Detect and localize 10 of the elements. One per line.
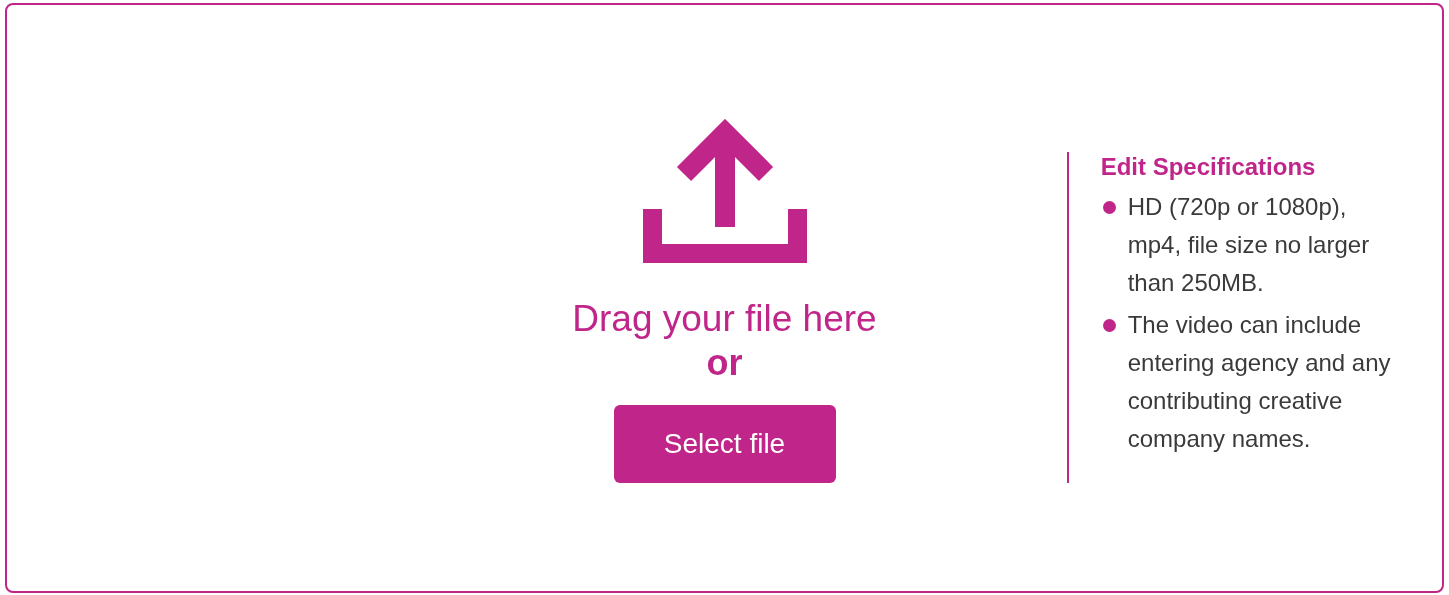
bullet-icon	[1102, 319, 1116, 332]
specification-text: The video can include entering agency and any contributing creative company names.	[1127, 310, 1392, 454]
specification-text: HD (720p or 1080p), mp4, file size no larger than 250MB.	[1127, 192, 1371, 298]
bullet-icon	[1102, 201, 1116, 214]
specifications-title: Edit Specifications	[1100, 152, 1317, 182]
upload-panel[interactable]: Drag your file here or Select file Edit Specifications HD (720p or 1080p), mp4, file size no larger than 250MB. The video can include entering agency and any contributing creative company names.	[5, 3, 1444, 593]
drag-prompt: Drag your file here	[572, 297, 877, 341]
upload-icon	[642, 119, 807, 263]
select-file-button[interactable]: Select file	[613, 405, 836, 483]
or-label: or	[706, 341, 743, 385]
